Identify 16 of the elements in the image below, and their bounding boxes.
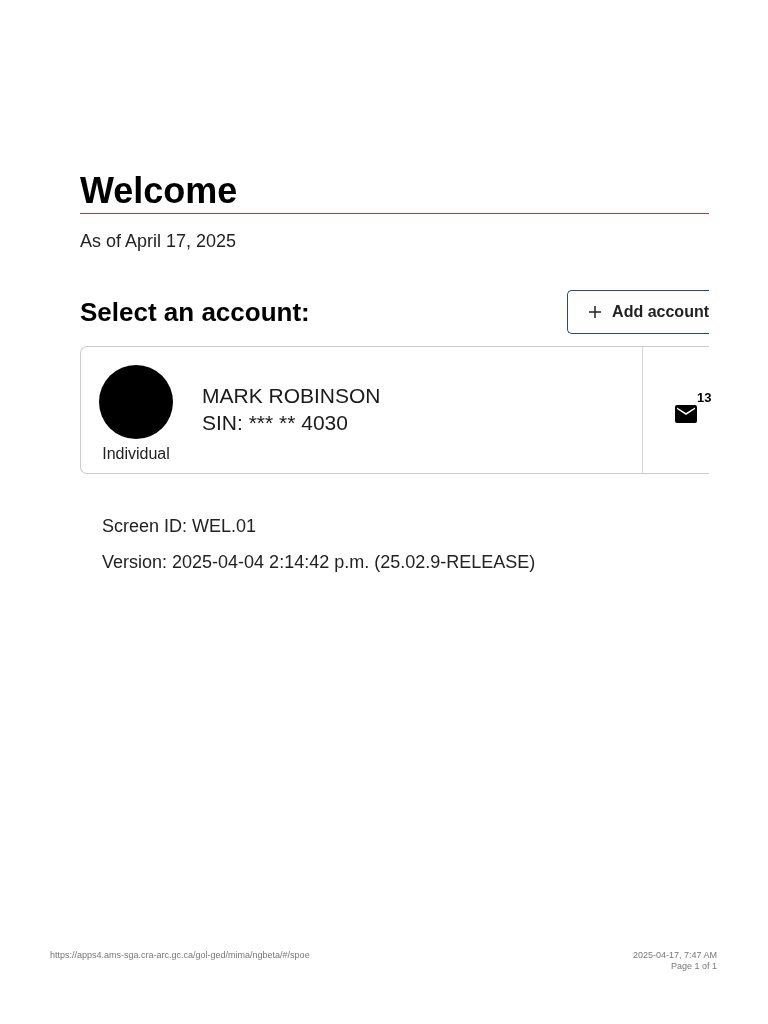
add-account-button[interactable]: Add account: [567, 290, 709, 334]
account-type-label: Individual: [102, 444, 170, 464]
version-info: Version: 2025-04-04 2:14:42 p.m. (25.02.9-RELEASE): [102, 551, 537, 574]
page-title: Welcome: [80, 169, 709, 214]
page-number: Page 1 of 1: [670, 961, 717, 972]
account-sin: SIN: *** ** 4030: [202, 410, 349, 436]
plus-icon: [589, 306, 602, 318]
page-url: https://apps4.ams-sga.cra-arc.gc.ca/gol-ged/mima/ngbeta/#/spoe: [50, 950, 310, 961]
screen-id: Screen ID: WEL.01: [102, 515, 258, 538]
account-holder-name: MARK ROBINSON: [202, 383, 381, 409]
account-card[interactable]: Individual MARK ROBINSON SIN: *** ** 4030 13: [80, 346, 709, 474]
unread-message-count: 13: [697, 390, 712, 405]
mail-icon[interactable]: [675, 405, 697, 423]
print-timestamp: 2025-04-17, 7:47 AM: [632, 950, 717, 961]
as-of-date: As of April 17, 2025: [80, 230, 238, 253]
section-heading: Select an account:: [80, 296, 310, 329]
